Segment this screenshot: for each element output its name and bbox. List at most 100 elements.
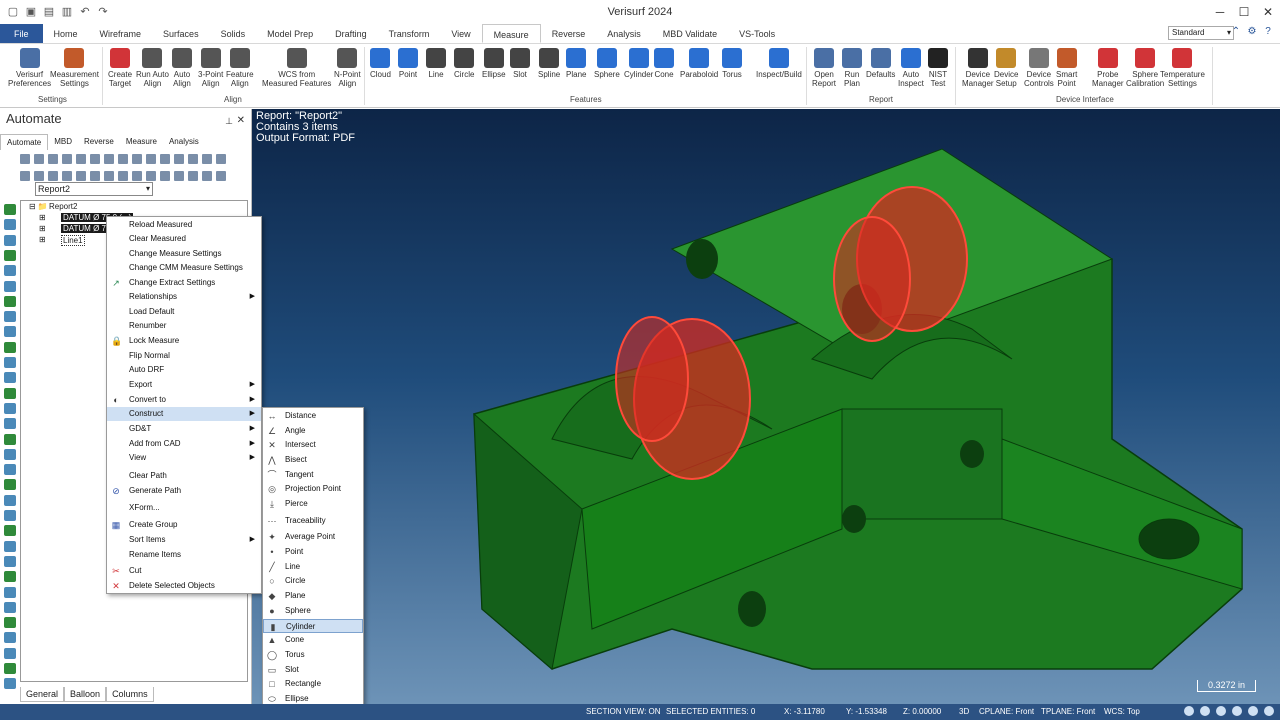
ribbon-button[interactable]: Feature Align: [226, 48, 254, 88]
vertical-tool-icon[interactable]: [4, 571, 16, 583]
ribbon-button[interactable]: Measurement Settings: [50, 48, 99, 88]
undo-icon[interactable]: ↶: [78, 5, 92, 19]
ribbon-button[interactable]: Verisurf Preferences: [8, 48, 51, 88]
context-menu-item[interactable]: Clear Measured: [107, 232, 261, 246]
context-menu-item[interactable]: ⊘ Generate Path: [107, 484, 261, 498]
ribbon-button[interactable]: Auto Align: [172, 48, 192, 88]
ribbon-button[interactable]: Circle: [454, 48, 474, 79]
ribbon-button[interactable]: Cone: [654, 48, 674, 79]
tool-icon[interactable]: [146, 170, 156, 181]
construct-menu-item[interactable]: ▮ Cylinder: [263, 619, 363, 633]
tool-icon[interactable]: [160, 153, 170, 164]
context-menu-item[interactable]: View ▶: [107, 451, 261, 465]
vertical-tool-icon[interactable]: [4, 601, 16, 613]
ribbon-button[interactable]: Line: [426, 48, 446, 79]
subtab-reverse[interactable]: Reverse: [78, 134, 120, 150]
tab-general[interactable]: General: [20, 687, 65, 702]
view-icon[interactable]: [1248, 706, 1258, 716]
tab-view[interactable]: View: [440, 24, 481, 43]
ribbon-button[interactable]: Torus: [722, 48, 742, 79]
pin-icon[interactable]: ⊥: [225, 111, 233, 131]
tab-balloon[interactable]: Balloon: [64, 687, 107, 702]
ribbon-button[interactable]: WCS from Measured Features: [262, 48, 331, 88]
ribbon-button[interactable]: Spline: [538, 48, 560, 79]
construct-menu-item[interactable]: □ Rectangle: [263, 677, 363, 691]
subtab-automate[interactable]: Automate: [0, 134, 49, 150]
tool-icon[interactable]: [62, 170, 72, 181]
view-icon[interactable]: [1232, 706, 1242, 716]
tool-icon[interactable]: [76, 170, 86, 181]
vertical-tool-icon[interactable]: [4, 663, 16, 674]
vertical-tool-icon[interactable]: [4, 586, 16, 598]
construct-menu-item[interactable]: ↔ Distance: [263, 409, 363, 423]
view-icon[interactable]: [1264, 706, 1274, 716]
tool-icon[interactable]: [188, 153, 198, 164]
tree-expand-icon[interactable]: ⊞: [39, 213, 46, 222]
tab-reverse[interactable]: Reverse: [541, 24, 597, 43]
ribbon-button[interactable]: Sphere Calibration: [1126, 48, 1164, 88]
ribbon-button[interactable]: Temperature Settings: [1160, 48, 1205, 88]
ribbon-button[interactable]: NIST Test: [928, 48, 948, 88]
tool-icon[interactable]: [34, 153, 44, 164]
maximize-button[interactable]: ☐: [1232, 0, 1256, 24]
status-wcs[interactable]: WCS: Top: [1104, 707, 1140, 716]
context-menu-item[interactable]: Flip Normal: [107, 349, 261, 363]
vertical-tool-icon[interactable]: [4, 249, 16, 261]
context-menu-item[interactable]: 🔒 Lock Measure: [107, 334, 261, 348]
tree-expand-icon[interactable]: ⊞: [39, 235, 46, 244]
tab-surfaces[interactable]: Surfaces: [152, 24, 210, 43]
vertical-tool-icon[interactable]: [4, 494, 16, 506]
vertical-tool-icon[interactable]: [4, 510, 16, 521]
ribbon-button[interactable]: N-Point Align: [334, 48, 361, 88]
tool-icon[interactable]: [48, 153, 58, 164]
vertical-tool-icon[interactable]: [4, 525, 16, 537]
view-icon[interactable]: [1216, 706, 1226, 716]
view-icon[interactable]: [1200, 706, 1210, 716]
tool-icon[interactable]: [34, 170, 44, 181]
ribbon-button[interactable]: Device Controls: [1024, 48, 1054, 88]
ribbon-button[interactable]: Sphere: [594, 48, 620, 79]
tab-model-prep[interactable]: Model Prep: [256, 24, 324, 43]
ribbon-button[interactable]: Slot: [510, 48, 530, 79]
open-icon[interactable]: ▤: [42, 5, 56, 19]
tab-drafting[interactable]: Drafting: [324, 24, 378, 43]
ribbon-button[interactable]: Ellipse: [482, 48, 506, 79]
tree-item[interactable]: DATUM Ø 75: [61, 224, 113, 233]
tab-columns[interactable]: Columns: [106, 687, 154, 702]
ribbon-button[interactable]: Run Plan: [842, 48, 862, 88]
tool-icon[interactable]: [76, 153, 86, 164]
context-menu-item[interactable]: Change CMM Measure Settings: [107, 261, 261, 275]
vertical-tool-icon[interactable]: [4, 632, 16, 644]
style-select[interactable]: Standard: [1168, 26, 1234, 40]
ribbon-button[interactable]: Plane: [566, 48, 586, 79]
context-menu-item[interactable]: Renumber: [107, 319, 261, 333]
tree-expand-icon[interactable]: ⊞: [39, 224, 46, 233]
minimize-button[interactable]: ─: [1208, 0, 1232, 24]
ribbon-button[interactable]: Device Manager: [962, 48, 994, 88]
construct-menu-item[interactable]: ⋯ Traceability: [263, 514, 363, 528]
vertical-tool-icon[interactable]: [4, 540, 16, 552]
ribbon-button[interactable]: Create Target: [108, 48, 132, 88]
context-menu-item[interactable]: ✂ Cut: [107, 564, 261, 578]
construct-menu-item[interactable]: ◎ Projection Point: [263, 482, 363, 496]
construct-menu-item[interactable]: ⋀ Bisect: [263, 453, 363, 467]
vertical-tool-icon[interactable]: [4, 418, 16, 430]
context-menu-item[interactable]: GD&T ▶: [107, 422, 261, 436]
tab-vs-tools[interactable]: VS-Tools: [728, 24, 786, 43]
tool-icon[interactable]: [104, 153, 114, 164]
vertical-tool-icon[interactable]: [4, 341, 16, 353]
tree-root[interactable]: Report2: [49, 202, 77, 211]
context-menu-item[interactable]: Auto DRF: [107, 363, 261, 377]
tab-wireframe[interactable]: Wireframe: [89, 24, 153, 43]
ribbon-button[interactable]: Cloud: [370, 48, 391, 79]
vertical-tool-icon[interactable]: [4, 326, 16, 338]
redo-icon[interactable]: ↷: [96, 5, 110, 19]
vertical-tool-icon[interactable]: [4, 280, 16, 292]
tool-icon[interactable]: [174, 153, 184, 164]
new-file-icon[interactable]: ▢: [6, 5, 20, 19]
construct-menu-item[interactable]: ∠ Angle: [263, 424, 363, 438]
ribbon-button[interactable]: Smart Point: [1056, 48, 1077, 88]
tool-icon[interactable]: [202, 153, 212, 164]
tab-mbd-validate[interactable]: MBD Validate: [652, 24, 728, 43]
vertical-tool-icon[interactable]: [4, 555, 16, 567]
